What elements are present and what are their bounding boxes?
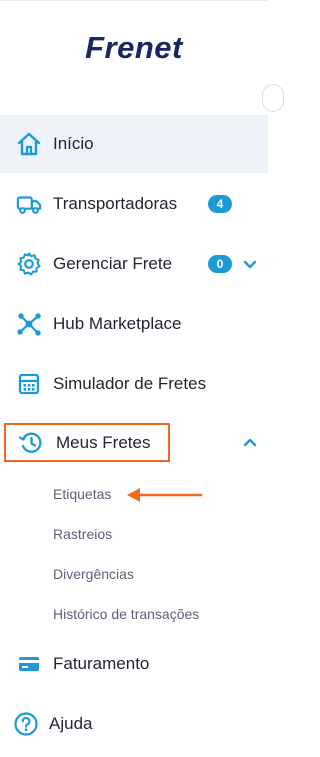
calculator-icon	[16, 371, 42, 397]
meus-fretes-highlight-box	[4, 423, 170, 462]
transportadoras-count-badge: 4	[208, 195, 232, 213]
home-icon	[16, 131, 42, 157]
sidebar: Frenet Início Transportadoras 4 Gerencia…	[0, 0, 284, 757]
nav-item-ajuda[interactable]: Ajuda	[0, 695, 268, 753]
nav-label-simulador-de-fretes: Simulador de Fretes	[53, 374, 207, 393]
submenu-item-divergencias[interactable]: Divergências	[53, 566, 134, 582]
chevron-down-icon[interactable]	[240, 254, 260, 274]
nav-label-ajuda: Ajuda	[49, 714, 93, 733]
submenu-item-etiquetas[interactable]: Etiquetas	[53, 486, 111, 502]
nav-item-hub-marketplace[interactable]: Hub Marketplace	[0, 295, 268, 353]
chevron-up-icon[interactable]	[240, 433, 260, 453]
submenu-item-historico-de-transacoes[interactable]: Histórico de transações	[53, 606, 199, 622]
nav-label-hub-marketplace: Hub Marketplace	[53, 314, 182, 333]
frenet-logo[interactable]: Frenet	[0, 30, 268, 66]
nav-label-transportadoras: Transportadoras	[53, 194, 178, 213]
nav-label-inicio: Início	[53, 134, 94, 153]
top-divider	[0, 0, 268, 1]
submenu-item-rastreios[interactable]: Rastreios	[53, 526, 112, 542]
credit-card-icon	[16, 651, 42, 677]
nav-item-gerenciar-frete[interactable]: Gerenciar Frete 0	[0, 235, 268, 293]
gerenciar-frete-count-badge: 0	[208, 255, 232, 273]
nav-label-faturamento: Faturamento	[53, 654, 150, 673]
sidebar-collapse-handle[interactable]	[262, 84, 284, 112]
nav-item-faturamento[interactable]: Faturamento	[0, 635, 268, 693]
nav-item-inicio[interactable]: Início	[0, 115, 268, 173]
truck-icon	[16, 191, 42, 217]
nav-item-simulador-de-fretes[interactable]: Simulador de Fretes	[0, 355, 268, 413]
gear-icon	[16, 251, 42, 277]
annotation-arrow-icon	[124, 484, 204, 511]
nav-label-gerenciar-frete: Gerenciar Frete	[53, 254, 173, 273]
nav-item-transportadoras[interactable]: Transportadoras 4	[0, 175, 268, 233]
hub-network-icon	[16, 311, 42, 337]
help-circle-icon	[13, 711, 39, 737]
